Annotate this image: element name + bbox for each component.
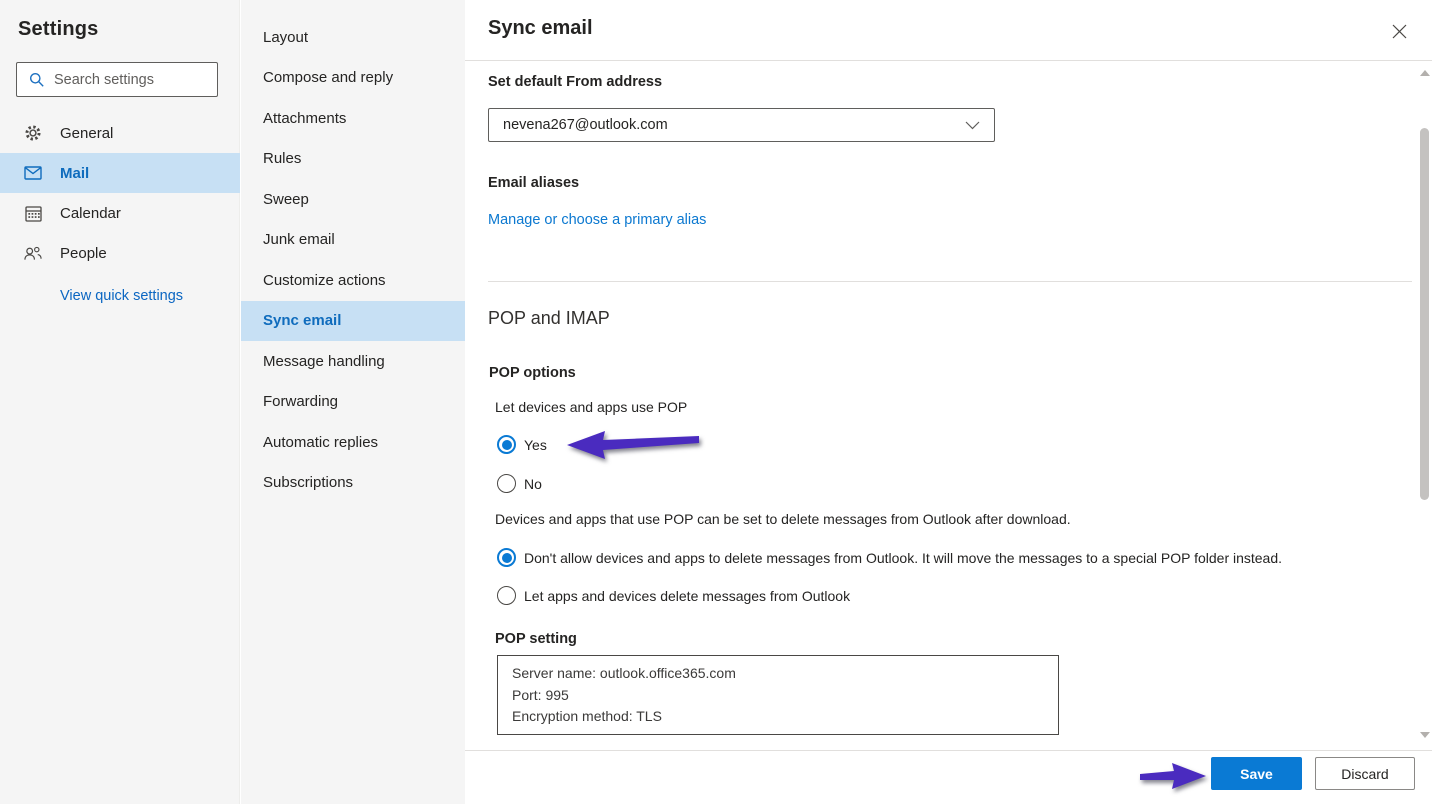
manage-alias-link[interactable]: Manage or choose a primary alias	[488, 212, 706, 228]
annotation-arrow-right	[1138, 761, 1208, 791]
subnav-item-rules[interactable]: Rules	[241, 139, 465, 180]
subnav-item-forwarding[interactable]: Forwarding	[241, 382, 465, 423]
email-aliases-heading: Email aliases	[488, 175, 579, 191]
panel-header: Sync email	[465, 0, 1432, 61]
close-icon[interactable]	[1388, 20, 1410, 42]
pop-options-heading: POP options	[489, 365, 576, 381]
pop-encryption-line: Encryption method: TLS	[512, 706, 1044, 728]
subnav-item-customize-actions[interactable]: Customize actions	[241, 260, 465, 301]
mail-settings-subnav: Layout Compose and reply Attachments Rul…	[241, 0, 465, 804]
vertical-scrollbar[interactable]	[1418, 62, 1431, 750]
panel-footer: Save Discard	[465, 750, 1432, 804]
gear-icon	[24, 124, 42, 142]
pop-setting-box: Server name: outlook.office365.com Port:…	[497, 655, 1059, 735]
use-pop-label: Let devices and apps use POP	[495, 399, 687, 415]
sidebar-item-general[interactable]: General	[0, 113, 240, 153]
annotation-arrow-left	[565, 429, 701, 461]
section-divider	[488, 281, 1412, 282]
scroll-down-arrow-icon[interactable]	[1420, 732, 1430, 738]
sidebar-item-label: Calendar	[60, 205, 121, 222]
scroll-up-arrow-icon[interactable]	[1420, 70, 1430, 76]
subnav-item-attachments[interactable]: Attachments	[241, 98, 465, 139]
pop-server-line: Server name: outlook.office365.com	[512, 663, 1044, 685]
subnav-item-layout[interactable]: Layout	[241, 17, 465, 58]
view-quick-settings-link[interactable]: View quick settings	[60, 288, 183, 304]
search-input[interactable]	[54, 72, 204, 88]
save-button[interactable]: Save	[1211, 757, 1302, 790]
sidebar-item-label: General	[60, 125, 113, 142]
subnav-item-message-handling[interactable]: Message handling	[241, 341, 465, 382]
radio-button[interactable]	[497, 586, 516, 605]
radio-button[interactable]	[497, 548, 516, 567]
page-title: Sync email	[488, 17, 593, 40]
search-icon	[29, 72, 45, 88]
scrollbar-thumb[interactable]	[1420, 128, 1429, 500]
radio-pop-yes[interactable]: Yes	[497, 435, 547, 454]
panel-content: Set default From address nevena267@outlo…	[465, 61, 1415, 750]
radio-button[interactable]	[497, 474, 516, 493]
default-from-heading: Set default From address	[488, 74, 662, 90]
discard-button[interactable]: Discard	[1315, 757, 1415, 790]
settings-sidebar: Settings General Mail	[0, 0, 240, 804]
pop-setting-heading: POP setting	[495, 631, 577, 647]
radio-dont-allow-delete[interactable]: Don't allow devices and apps to delete m…	[497, 548, 1282, 567]
default-from-value: nevena267@outlook.com	[503, 117, 965, 133]
sidebar-item-people[interactable]: People	[0, 233, 240, 273]
radio-allow-delete[interactable]: Let apps and devices delete messages fro…	[497, 586, 850, 605]
sidebar-item-label: Mail	[60, 165, 89, 182]
subnav-item-automatic-replies[interactable]: Automatic replies	[241, 422, 465, 463]
subnav-item-subscriptions[interactable]: Subscriptions	[241, 463, 465, 504]
radio-pop-no[interactable]: No	[497, 474, 542, 493]
settings-title: Settings	[0, 0, 239, 41]
subnav-item-compose-and-reply[interactable]: Compose and reply	[241, 58, 465, 99]
sidebar-item-mail[interactable]: Mail	[0, 153, 240, 193]
subnav-item-sync-email[interactable]: Sync email	[241, 301, 465, 342]
pop-imap-heading: POP and IMAP	[488, 308, 610, 329]
default-from-dropdown[interactable]: nevena267@outlook.com	[488, 108, 995, 142]
pop-port-line: Port: 995	[512, 685, 1044, 707]
sidebar-item-calendar[interactable]: Calendar	[0, 193, 240, 233]
sync-email-panel: Sync email Set default From address neve…	[465, 0, 1432, 804]
people-icon	[24, 244, 42, 262]
sidebar-item-label: People	[60, 245, 107, 262]
pop-delete-label: Devices and apps that use POP can be set…	[495, 511, 1071, 527]
subnav-item-sweep[interactable]: Sweep	[241, 179, 465, 220]
calendar-icon	[24, 204, 42, 222]
mail-icon	[24, 164, 42, 182]
search-settings-box[interactable]	[16, 62, 218, 97]
subnav-item-junk-email[interactable]: Junk email	[241, 220, 465, 261]
chevron-down-icon	[965, 121, 980, 130]
radio-button[interactable]	[497, 435, 516, 454]
